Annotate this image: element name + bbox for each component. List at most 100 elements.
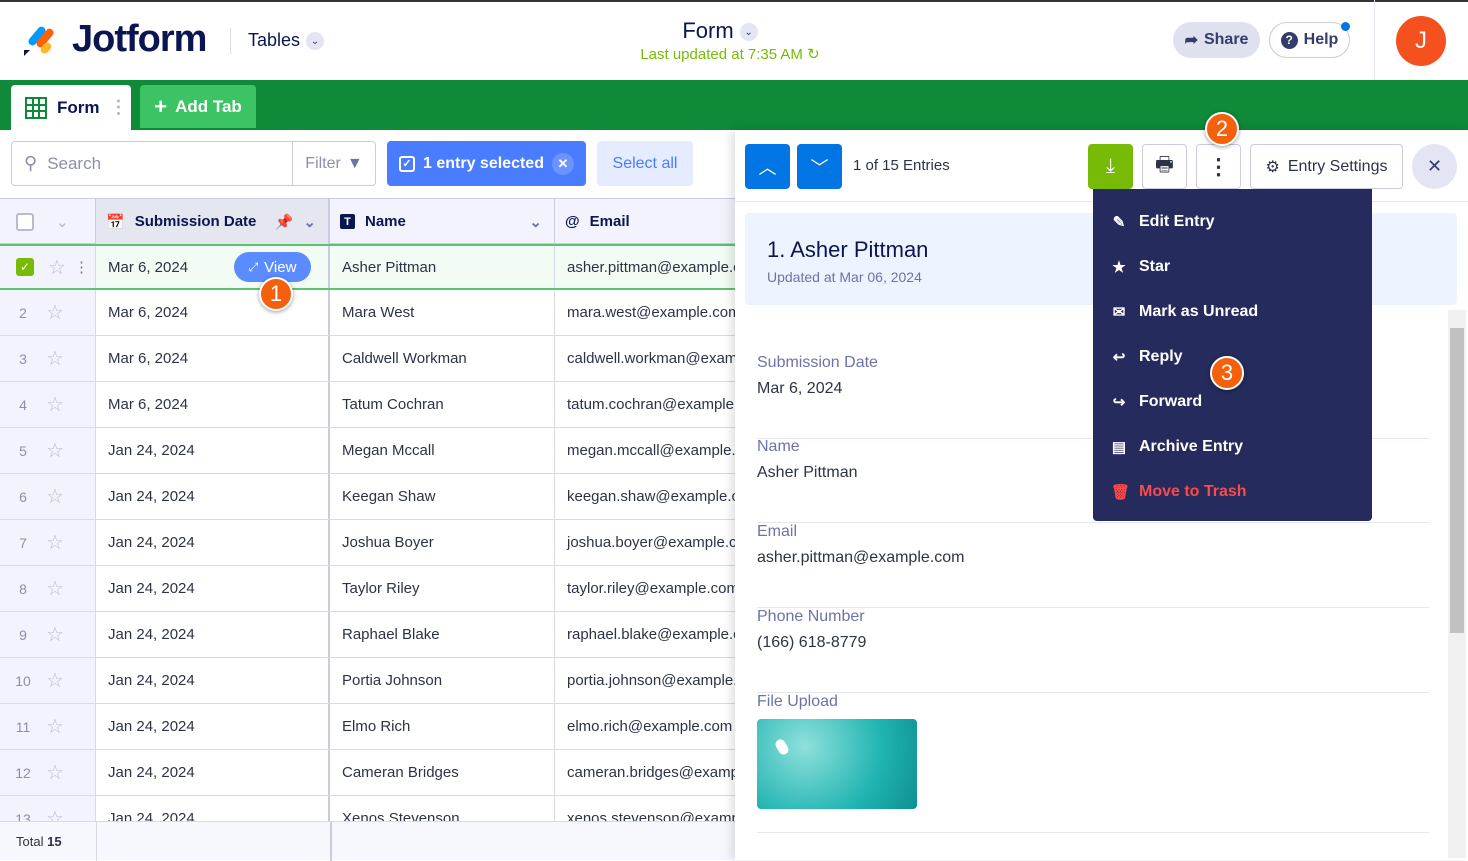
table-row[interactable]: 6 ☆ Jan 24, 2024 Keegan Shaw keegan.shaw@… xyxy=(0,474,735,520)
row-number: 12 xyxy=(15,764,31,781)
form-title[interactable]: Form ⌄ xyxy=(600,18,840,44)
add-tab-button[interactable]: + Add Tab xyxy=(140,85,256,128)
entry-settings-button[interactable]: ⚙ Entry Settings xyxy=(1250,144,1403,189)
star-icon[interactable]: ☆ xyxy=(46,438,64,463)
total-label: Total xyxy=(16,833,44,849)
table-row[interactable]: 9 ☆ Jan 24, 2024 Raphael Blake raphael.bl… xyxy=(0,612,735,658)
search-input[interactable]: ⚲ Search xyxy=(12,142,293,185)
next-entry-button[interactable]: ﹀ xyxy=(797,144,842,189)
table-row[interactable]: 10 ☆ Jan 24, 2024 Portia Johnson portia.j… xyxy=(0,658,735,704)
cell-date: Mar 6, 2024 xyxy=(96,290,330,335)
table-row[interactable]: 7 ☆ Jan 24, 2024 Joshua Boyer joshua.boye… xyxy=(0,520,735,566)
share-button[interactable]: ➦ Share xyxy=(1173,22,1260,58)
menu-item-move-to-trash[interactable]: 🗑 Move to Trash xyxy=(1093,469,1372,514)
table-header: ⌄ 📅 Submission Date 📌 ⌄ T Name ⌄ @ Email xyxy=(0,198,735,244)
table-row[interactable]: 12 ☆ Jan 24, 2024 Cameran Bridges cameran… xyxy=(0,750,735,796)
uploaded-image-thumbnail[interactable] xyxy=(757,719,917,809)
star-icon[interactable]: ☆ xyxy=(48,255,66,280)
tab-options-icon[interactable]: ⋮ xyxy=(110,97,128,118)
help-icon: ? xyxy=(1280,31,1298,49)
jotform-logo-icon[interactable] xyxy=(22,20,58,56)
star-icon[interactable]: ☆ xyxy=(46,530,64,555)
table-row[interactable]: 3 ☆ Mar 6, 2024 Caldwell Workman caldwell… xyxy=(0,336,735,382)
row-number: 4 xyxy=(19,396,27,413)
star-icon[interactable]: ☆ xyxy=(46,668,64,693)
cell-email: keegan.shaw@example.com xyxy=(567,488,735,505)
row-controls: 12 ☆ xyxy=(0,750,96,795)
download-button[interactable]: ⤓ xyxy=(1088,144,1133,189)
filter-label: Filter xyxy=(305,154,341,172)
row-checkbox[interactable]: ✓ xyxy=(16,258,34,276)
table-row[interactable]: 5 ☆ Jan 24, 2024 Megan Mccall megan.mccal… xyxy=(0,428,735,474)
menu-item-archive-entry[interactable]: ▤ Archive Entry xyxy=(1093,424,1372,469)
table-footer: Total 15 xyxy=(0,821,735,861)
table-row[interactable]: 11 ☆ Jan 24, 2024 Elmo Rich elmo.rich@exa… xyxy=(0,704,735,750)
filter-icon: ▼ xyxy=(346,154,363,172)
pin-icon[interactable]: 📌 xyxy=(275,213,294,231)
select-all-button[interactable]: Select all xyxy=(597,141,693,186)
close-panel-button[interactable]: ✕ xyxy=(1412,144,1457,189)
selected-label: 1 entry selected xyxy=(423,154,544,172)
chevron-down-icon: ﹀ xyxy=(810,157,829,178)
more-options-button[interactable]: ⋮ xyxy=(1196,144,1241,189)
cell-email: tatum.cochran@example.com xyxy=(567,396,735,413)
column-submission-date[interactable]: 📅 Submission Date 📌 ⌄ xyxy=(96,199,330,244)
header-checkbox[interactable] xyxy=(16,212,34,231)
menu-item-star[interactable]: ★ Star xyxy=(1093,244,1372,289)
table-row[interactable]: 2 ☆ Mar 6, 2024 Mara West mara.west@examp… xyxy=(0,290,735,336)
row-number: 5 xyxy=(19,442,27,459)
star-icon[interactable]: ☆ xyxy=(46,576,64,601)
cell-date: Jan 24, 2024 xyxy=(96,658,330,703)
more-options-menu: ✎ Edit Entry ★ Star ✉ Mark as Unread ↩ Reply ↪ Fo… xyxy=(1093,189,1372,521)
star-icon[interactable]: ☆ xyxy=(46,300,64,325)
chevron-down-icon[interactable]: ⌄ xyxy=(303,213,328,231)
row-options-icon[interactable]: ⋮ xyxy=(74,258,89,276)
previous-entry-button[interactable]: ︿ xyxy=(745,144,790,189)
table-row[interactable]: 4 ☆ Mar 6, 2024 Tatum Cochran tatum.cochr… xyxy=(0,382,735,428)
print-button[interactable]: 🖶 xyxy=(1142,144,1187,189)
divider xyxy=(1374,0,1375,80)
column-email[interactable]: @ Email xyxy=(555,199,735,244)
chevron-down-icon[interactable]: ⌄ xyxy=(56,213,69,231)
menu-item-edit-entry[interactable]: ✎ Edit Entry xyxy=(1093,199,1372,244)
star-icon[interactable]: ☆ xyxy=(46,392,64,417)
menu-item-label: Archive Entry xyxy=(1139,437,1244,455)
table-row[interactable]: 8 ☆ Jan 24, 2024 Taylor Riley taylor.rile… xyxy=(0,566,735,612)
help-button[interactable]: ? Help xyxy=(1269,22,1350,58)
chevron-down-icon[interactable]: ⌄ xyxy=(529,213,554,231)
star-icon[interactable]: ☆ xyxy=(46,760,64,785)
star-icon[interactable]: ☆ xyxy=(46,346,64,371)
share-label: Share xyxy=(1203,31,1249,48)
calendar-icon: 📅 xyxy=(106,213,125,231)
cell-email: elmo.rich@example.com xyxy=(567,718,733,735)
row-controls: 10 ☆ xyxy=(0,658,96,703)
entry-selected-chip[interactable]: ✓ 1 entry selected ✕ xyxy=(387,141,586,186)
column-name[interactable]: T Name ⌄ xyxy=(330,199,555,244)
view-label: View xyxy=(264,258,297,276)
chevron-down-icon: ⌄ xyxy=(306,32,325,51)
star-icon[interactable]: ☆ xyxy=(46,484,64,509)
entries-table: ⌄ 📅 Submission Date 📌 ⌄ T Name ⌄ @ Email ✓ ☆ ⋮ M… xyxy=(0,198,735,860)
star-icon[interactable]: ☆ xyxy=(46,714,64,739)
cell-date: Mar 6, 2024 xyxy=(96,336,330,381)
filter-button[interactable]: Filter ▼ xyxy=(293,155,375,173)
column-label: Name xyxy=(365,213,406,230)
tab-form[interactable]: Form ⋮ xyxy=(11,85,131,130)
panel-scrollbar[interactable] xyxy=(1448,310,1466,858)
reply-icon: ↩ xyxy=(1112,348,1126,366)
refresh-icon[interactable]: ↻ xyxy=(807,46,820,63)
clear-selection-icon[interactable]: ✕ xyxy=(551,152,574,175)
field-email: Email asher.pittman@example.com xyxy=(757,523,1429,608)
avatar[interactable]: J xyxy=(1396,16,1446,66)
row-controls: 2 ☆ xyxy=(0,290,96,335)
brand-name[interactable]: Jotform xyxy=(72,18,207,61)
envelope-icon: ✉ xyxy=(1112,303,1126,321)
menu-item-mark-as-unread[interactable]: ✉ Mark as Unread xyxy=(1093,289,1372,334)
search-placeholder: Search xyxy=(47,153,102,173)
cell-name: Asher Pittman xyxy=(330,246,555,288)
tables-dropdown[interactable]: Tables ⌄ xyxy=(248,30,325,51)
table-row[interactable]: ✓ ☆ ⋮ Mar 6, 2024 Asher Pittman asher.pitt… xyxy=(0,244,735,290)
star-icon[interactable]: ☆ xyxy=(46,622,64,647)
help-label: Help xyxy=(1303,31,1339,48)
cell-date: Jan 24, 2024 xyxy=(96,750,330,795)
